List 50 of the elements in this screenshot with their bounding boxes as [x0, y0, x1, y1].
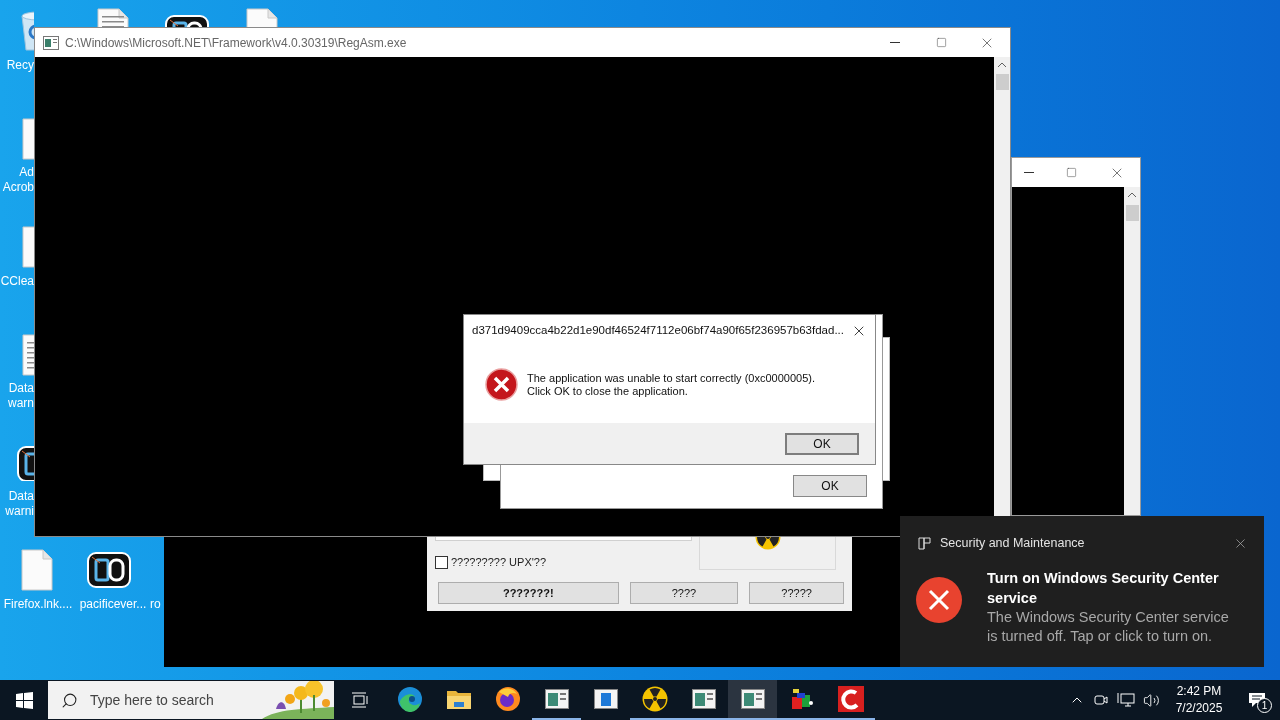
c-logo-icon [837, 686, 864, 712]
text-file-icon[interactable] [21, 334, 34, 376]
notification-body: The Windows Security Center service is turned off. Tap or click to turn on. [987, 607, 1230, 646]
notification-source: Security and Maintenance [940, 535, 1085, 552]
minimize-icon [1024, 172, 1034, 173]
checkbox[interactable] [435, 556, 448, 569]
console-window-icon [691, 689, 716, 709]
ok-button[interactable]: OK [785, 432, 859, 455]
network-icon[interactable] [1117, 692, 1135, 708]
notification-count: 1 [1257, 698, 1272, 713]
scrollbar[interactable] [1124, 187, 1140, 515]
console-window-icon [740, 689, 765, 709]
console-icon [43, 35, 59, 50]
app-logo-icon[interactable] [16, 445, 34, 481]
volume-icon[interactable] [1143, 691, 1160, 709]
ok-button[interactable]: OK [793, 475, 867, 497]
file-icon[interactable] [20, 549, 54, 591]
maximize-icon [1065, 167, 1077, 178]
folder-icon [445, 688, 472, 710]
text-file-icon[interactable] [96, 8, 130, 27]
maximize-icon [935, 37, 947, 48]
error-icon [915, 575, 963, 624]
radiation-icon [641, 686, 668, 712]
taskbar-app-button[interactable] [728, 680, 777, 720]
dialog-button[interactable]: ???????! [438, 582, 619, 604]
dialog-button[interactable]: ????? [749, 582, 844, 604]
scrollbar-thumb[interactable] [995, 74, 1009, 90]
dialog-button[interactable]: ???? [629, 582, 739, 604]
error-icon [485, 368, 518, 401]
search-icon [61, 691, 78, 709]
minimize-icon [890, 42, 900, 43]
task-view-icon [351, 692, 369, 708]
notification-title: Turn on Windows Security Center service [987, 568, 1220, 608]
edge-icon [396, 686, 423, 712]
notification-center-button[interactable]: 1 [1234, 680, 1280, 720]
dialog-title: d371d9409cca4b22d1e90df46524f7112e06bf74a90f65f236957b63fdad... [472, 322, 844, 338]
scrollbar-thumb[interactable] [1125, 205, 1139, 221]
checkbox-label: ????????? UPX'?? [451, 555, 547, 571]
window-icon [593, 689, 618, 709]
file-icon[interactable] [245, 8, 279, 27]
error-message: The application was unable to start correctly (0xc0000005). Click OK to close the application. [527, 371, 815, 398]
app-icon [918, 536, 931, 550]
clock[interactable]: 2:42 PM 7/2/2025 [1164, 683, 1234, 717]
windows-logo-icon [15, 691, 33, 709]
console-window-icon [544, 689, 569, 709]
firefox-icon [494, 686, 521, 712]
window-title: C:\Windows\Microsoft.NET\Framework\v4.0.30319\RegAsm.exe [65, 34, 407, 52]
camera-icon[interactable] [1093, 692, 1109, 708]
search-field[interactable]: Type here to search [48, 681, 334, 719]
app-logo-icon[interactable] [86, 551, 134, 591]
